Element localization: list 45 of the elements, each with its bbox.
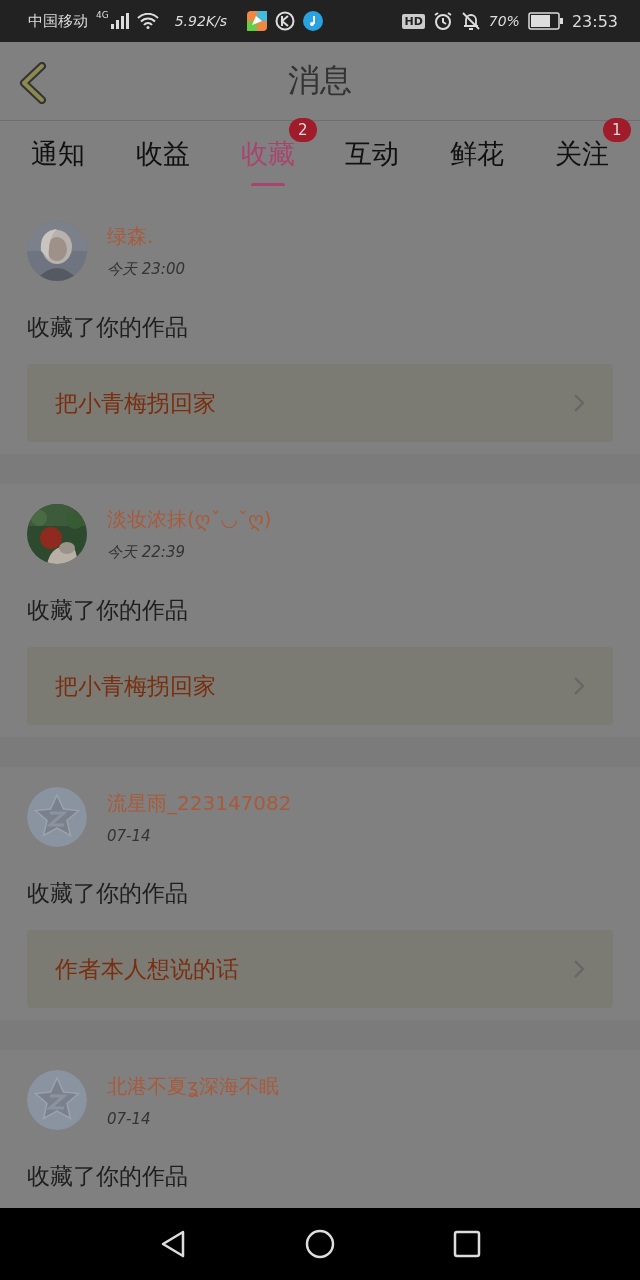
user-name[interactable]: 绿森.: [107, 223, 185, 250]
home-nav-icon[interactable]: [305, 1229, 335, 1259]
muted-bell-icon: [460, 11, 481, 31]
activity-text: 收藏了你的作品: [27, 1162, 189, 1191]
alarm-icon: [432, 11, 453, 31]
network-type: 4G: [96, 10, 109, 20]
battery-percent: 70%: [488, 13, 520, 29]
app-icon: [247, 11, 268, 31]
back-nav-icon[interactable]: [159, 1229, 187, 1259]
clock: 23:53: [571, 11, 618, 31]
tab[interactable]: 收藏 2: [215, 121, 320, 187]
activity-text: 收藏了你的作品: [27, 596, 189, 625]
music-icon: [303, 11, 324, 31]
page-title: 消息: [288, 60, 352, 101]
timestamp: 今天 22:39: [107, 543, 186, 562]
signal-icon: [110, 13, 129, 29]
activity-text: 收藏了你的作品: [27, 879, 189, 908]
tab[interactable]: 关注 1: [529, 121, 635, 187]
battery-icon: [527, 12, 564, 30]
work-link[interactable]: 把小青梅拐回家: [27, 364, 613, 442]
recents-nav-icon[interactable]: [453, 1230, 481, 1258]
wifi-icon: [136, 13, 159, 29]
default-avatar-icon: [27, 787, 87, 847]
network-speed: 5.92K/s: [174, 13, 228, 29]
tab[interactable]: 通知: [6, 121, 111, 187]
tab[interactable]: 鲜花: [424, 121, 530, 187]
tab[interactable]: 收益: [110, 121, 216, 187]
user-name[interactable]: 流星雨_223147082: [107, 789, 292, 817]
user-name[interactable]: 淡妆浓抹(ღˇ◡ˇღ): [107, 506, 272, 533]
count-badge: 1: [602, 118, 631, 142]
tab-underline: [250, 183, 285, 186]
timestamp: 07-14: [107, 1109, 152, 1128]
k-icon: [275, 11, 296, 31]
work-link[interactable]: 作者本人想说的话: [27, 930, 613, 1008]
timestamp: 今天 23:00: [107, 260, 185, 279]
activity-text: 收藏了你的作品: [27, 313, 189, 342]
carrier: 中国移动: [28, 11, 88, 31]
timestamp: 07-14: [107, 826, 152, 845]
tab[interactable]: 互动: [320, 121, 425, 187]
default-avatar-icon: [27, 1070, 87, 1130]
back-icon[interactable]: [18, 62, 48, 104]
count-badge: 2: [288, 118, 317, 142]
work-link[interactable]: 把小青梅拐回家: [27, 647, 613, 725]
hd-indicator: HD: [402, 13, 425, 29]
user-name[interactable]: 北港不夏ʓ深海不眠: [107, 1072, 279, 1100]
